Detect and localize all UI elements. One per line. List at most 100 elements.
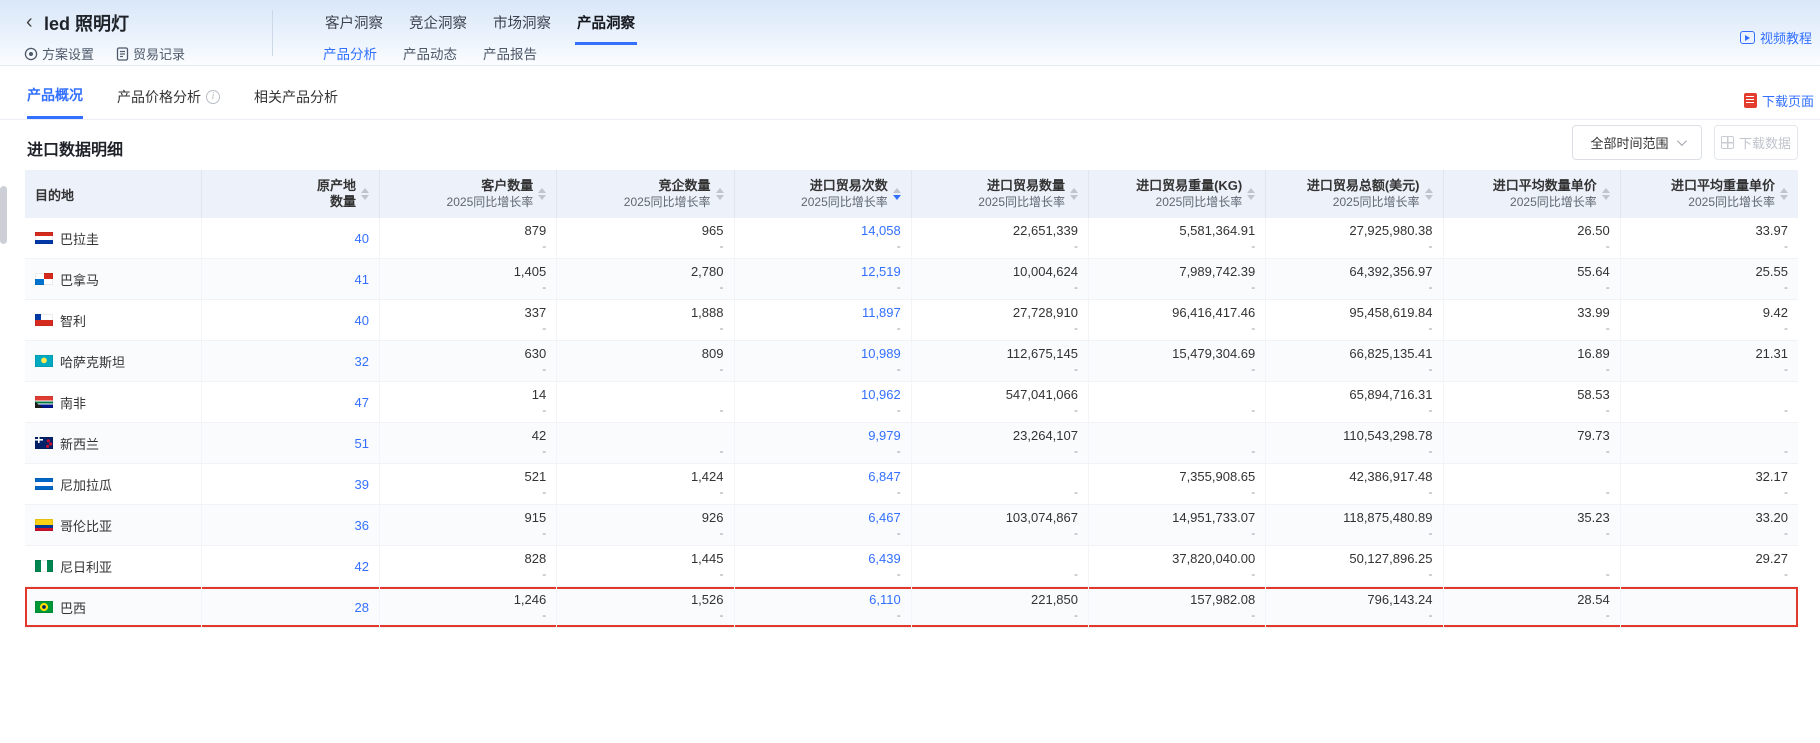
column-header-4[interactable]: 进口贸易次数2025同比增长率 (735, 170, 912, 218)
sort-desc-icon[interactable] (1247, 195, 1255, 200)
page-tab-3[interactable]: 相关产品分析 (254, 85, 338, 119)
sort-asc-icon[interactable] (538, 188, 546, 193)
column-header-2[interactable]: 客户数量2025同比增长率 (380, 170, 557, 218)
origin-count-link[interactable]: 41 (355, 272, 369, 287)
nav-tab-2[interactable]: 竞企洞察 (407, 8, 469, 45)
column-header-9[interactable]: 进口平均重量单价2025同比增长率 (1621, 170, 1798, 218)
origin-count-link[interactable]: 32 (355, 354, 369, 369)
origin-count-link[interactable]: 36 (355, 518, 369, 533)
column-header-text: 竞企数量2025同比增长率 (624, 178, 711, 209)
sort-icons[interactable] (716, 188, 724, 201)
column-title: 进口平均数量单价 (1493, 178, 1597, 194)
sort-desc-icon[interactable] (1780, 195, 1788, 200)
destination-cell[interactable]: 哥伦比亚 (25, 505, 202, 545)
trade-count-link[interactable]: 6,847 (868, 469, 901, 484)
data-cell: 23,264,107- (912, 423, 1089, 463)
sort-asc-icon[interactable] (893, 188, 901, 193)
sort-asc-icon[interactable] (1425, 188, 1433, 193)
vertical-scrollbar-thumb[interactable] (0, 186, 7, 244)
nav-tab-4[interactable]: 产品洞察 (575, 8, 637, 45)
column-title-line2: 数量 (330, 194, 356, 210)
sort-asc-icon[interactable] (1780, 188, 1788, 193)
page-tab-1[interactable]: 产品概况 (27, 85, 83, 119)
sort-asc-icon[interactable] (716, 188, 724, 193)
trade-count-link[interactable]: 10,962 (861, 387, 901, 402)
origin-count-cell: 40 (202, 218, 380, 258)
sort-icons[interactable] (361, 188, 369, 201)
sort-icons[interactable] (1070, 188, 1078, 201)
sort-asc-icon[interactable] (1070, 188, 1078, 193)
sort-asc-icon[interactable] (361, 188, 369, 193)
data-cell: 65,894,716.31- (1266, 382, 1443, 422)
sort-icons[interactable] (893, 188, 901, 201)
nav-tab-3[interactable]: 市场洞察 (491, 8, 553, 45)
sort-icons[interactable] (538, 188, 546, 201)
column-header-7[interactable]: 进口贸易总额(美元)2025同比增长率 (1266, 170, 1443, 218)
trade-count-link[interactable]: 6,110 (869, 592, 901, 607)
data-cell: 1,424- (557, 464, 734, 504)
sort-desc-icon[interactable] (1602, 195, 1610, 200)
download-page-button[interactable]: 下载页面 (1744, 91, 1814, 110)
sort-desc-icon[interactable] (538, 195, 546, 200)
destination-cell[interactable]: 巴西 (25, 587, 202, 627)
cell-value: 796,143.24 (1367, 592, 1432, 607)
trade-count-link[interactable]: 10,989 (861, 346, 901, 361)
sort-desc-icon[interactable] (1425, 195, 1433, 200)
sort-desc-icon[interactable] (716, 195, 724, 200)
destination-cell[interactable]: 巴拉圭 (25, 218, 202, 258)
trade-records-button[interactable]: 贸易记录 (116, 44, 185, 63)
column-header-8[interactable]: 进口平均数量单价2025同比增长率 (1444, 170, 1621, 218)
origin-count-link[interactable]: 40 (355, 313, 369, 328)
origin-count-link[interactable]: 51 (355, 436, 369, 451)
cell-value: 27,925,980.38 (1349, 223, 1432, 238)
column-header-3[interactable]: 竞企数量2025同比增长率 (557, 170, 734, 218)
destination-cell[interactable]: 新西兰 (25, 423, 202, 463)
growth-rate-value: - (1251, 239, 1255, 253)
trade-count-link[interactable]: 6,439 (868, 551, 901, 566)
column-header-1[interactable]: 原产地数量 (202, 170, 380, 218)
trade-count-link[interactable]: 14,058 (861, 223, 901, 238)
scheme-settings-button[interactable]: 方案设置 (24, 44, 94, 63)
destination-cell[interactable]: 智利 (25, 300, 202, 340)
sort-desc-icon[interactable] (1070, 195, 1078, 200)
trade-count-link[interactable]: 11,897 (862, 305, 901, 320)
trade-count-link[interactable]: 12,519 (861, 264, 901, 279)
data-cell: 10,004,624- (912, 259, 1089, 299)
download-data-button[interactable]: 下载数据 (1714, 125, 1798, 160)
nav-tab-1[interactable]: 客户洞察 (323, 8, 385, 45)
trade-count-link[interactable]: 9,979 (868, 428, 901, 443)
sort-icons[interactable] (1247, 188, 1255, 201)
sort-icons[interactable] (1602, 188, 1610, 201)
sort-desc-icon[interactable] (893, 195, 901, 200)
data-cell: 16.89- (1444, 341, 1621, 381)
origin-count-link[interactable]: 39 (355, 477, 369, 492)
video-tutorial-button[interactable]: 视频教程 (1740, 28, 1812, 47)
destination-cell[interactable]: 南非 (25, 382, 202, 422)
column-header-text: 进口贸易次数2025同比增长率 (801, 178, 888, 209)
sort-asc-icon[interactable] (1247, 188, 1255, 193)
origin-count-link[interactable]: 47 (355, 395, 369, 410)
page-tab-2[interactable]: 产品价格分析i (117, 85, 220, 119)
back-icon[interactable]: ‹ (26, 10, 33, 34)
growth-rate-value: - (897, 567, 901, 581)
column-header-6[interactable]: 进口贸易重量(KG)2025同比增长率 (1089, 170, 1266, 218)
sort-asc-icon[interactable] (1602, 188, 1610, 193)
time-range-select[interactable]: 全部时间范围 (1572, 125, 1702, 160)
flag-icon-nigeria (35, 560, 53, 572)
origin-count-link[interactable]: 40 (355, 231, 369, 246)
trade-count-link[interactable]: 6,467 (868, 510, 901, 525)
sort-icons[interactable] (1425, 188, 1433, 201)
destination-cell[interactable]: 尼日利亚 (25, 546, 202, 586)
origin-count-link[interactable]: 42 (355, 559, 369, 574)
data-cell: 828- (380, 546, 557, 586)
growth-rate-value: - (542, 403, 546, 417)
data-cell: - (912, 546, 1089, 586)
destination-cell[interactable]: 哈萨克斯坦 (25, 341, 202, 381)
origin-count-link[interactable]: 28 (355, 600, 369, 615)
cell-value: 14,951,733.07 (1172, 510, 1255, 525)
sort-desc-icon[interactable] (361, 195, 369, 200)
destination-cell[interactable]: 巴拿马 (25, 259, 202, 299)
destination-cell[interactable]: 尼加拉瓜 (25, 464, 202, 504)
sort-icons[interactable] (1780, 188, 1788, 201)
column-header-5[interactable]: 进口贸易数量2025同比增长率 (912, 170, 1089, 218)
